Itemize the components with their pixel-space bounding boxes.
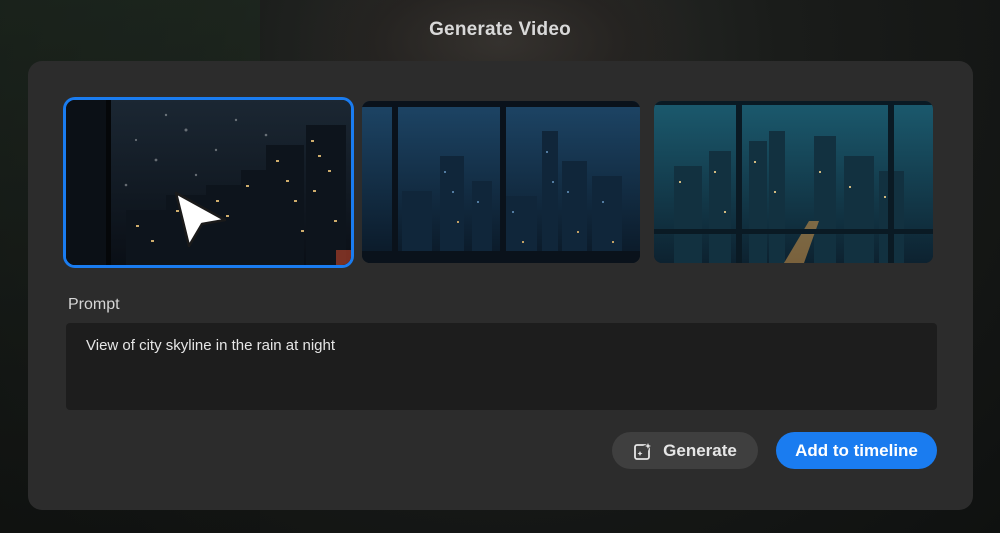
city-skyline-window-image	[362, 101, 640, 263]
add-to-timeline-button[interactable]: Add to timeline	[776, 432, 937, 469]
prompt-input-text: View of city skyline in the rain at nigh…	[86, 337, 336, 354]
generate-video-dialog: Prompt View of city skyline in the rain …	[28, 61, 973, 510]
generate-button-label: Generate	[663, 440, 737, 460]
prompt-input[interactable]: View of city skyline in the rain at nigh…	[66, 323, 937, 410]
video-thumbnail-1[interactable]	[66, 100, 351, 265]
dialog-title: Generate Video	[429, 19, 571, 40]
sparkle-generate-icon	[634, 440, 654, 460]
video-thumbnail-3[interactable]	[654, 101, 933, 263]
rainy-city-window-image	[66, 100, 351, 265]
add-to-timeline-label: Add to timeline	[795, 440, 918, 460]
prompt-label: Prompt	[68, 296, 120, 313]
generate-button[interactable]: Generate	[612, 432, 758, 469]
video-thumbnail-2[interactable]	[362, 101, 640, 263]
city-grid-window-image	[654, 101, 933, 263]
